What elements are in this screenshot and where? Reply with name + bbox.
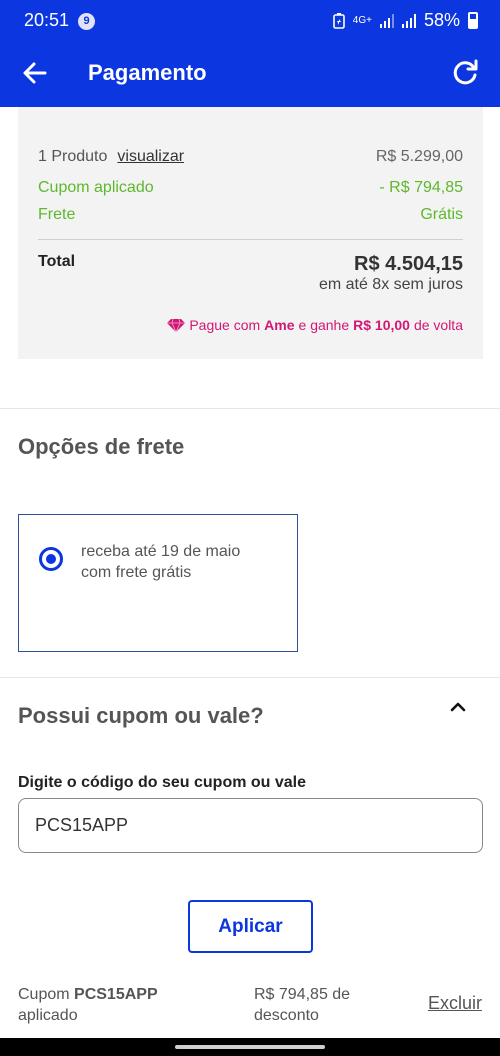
remove-coupon-link[interactable]: Excluir — [428, 993, 482, 1014]
chevron-up-icon[interactable] — [448, 697, 468, 717]
section-separator — [0, 677, 500, 678]
shipping-option-radio[interactable] — [39, 547, 63, 571]
home-gesture-handle[interactable] — [175, 1045, 325, 1049]
apply-coupon-button[interactable]: Aplicar — [188, 900, 313, 953]
shipping-row: Frete Grátis — [38, 206, 463, 224]
coupon-code-input[interactable] — [18, 798, 483, 853]
coupon-applied-value: - R$ 794,85 — [379, 179, 463, 196]
shipping-label: Frete — [38, 206, 76, 223]
section-separator — [0, 408, 500, 409]
discount-line1: R$ 794,85 de — [254, 986, 351, 1003]
ame-brand: Ame — [264, 317, 295, 333]
ame-suffix: de volta — [413, 317, 463, 333]
signal-strength-icon — [379, 13, 394, 28]
status-time: 20:51 — [24, 10, 70, 30]
ame-middle: e ganhe — [298, 317, 350, 333]
signal-strength-icon-2 — [401, 13, 416, 28]
battery-icon — [468, 12, 478, 29]
shipping-option-text: receba até 19 de maio com frete grátis — [81, 541, 240, 583]
status-indicators: 4G+ 58% — [332, 10, 478, 31]
notification-count-badge: 9 — [78, 13, 95, 30]
shipping-option-line2: com frete grátis — [81, 564, 192, 581]
status-bar: 20:51 9 4G+ 58% — [0, 0, 500, 40]
installments-text: em até 8x sem juros — [318, 276, 463, 293]
refresh-icon[interactable] — [450, 58, 480, 88]
applied-coupon-code: PCS15APP — [74, 986, 158, 1003]
products-row: 1 Produto visualizar R$ 5.299,00 — [38, 148, 463, 166]
eco-battery-icon — [332, 12, 345, 29]
page-title: Pagamento — [88, 60, 207, 85]
products-label: 1 Produto — [38, 148, 108, 165]
order-summary-card: 1 Produto visualizar R$ 5.299,00 Cupom ap… — [18, 107, 483, 359]
back-arrow-icon[interactable] — [22, 60, 48, 86]
applied-coupon-suffix: aplicado — [18, 1007, 78, 1024]
shipping-options-title: Opções de frete — [18, 434, 185, 459]
applied-coupon-text: Cupom PCS15APP aplicado — [18, 984, 158, 1026]
coupon-applied-label: Cupom aplicado — [38, 179, 154, 196]
discount-amount-text: R$ 794,85 de desconto — [254, 984, 350, 1026]
ame-amount: R$ 10,00 — [353, 317, 410, 333]
summary-divider — [38, 239, 463, 240]
shipping-value: Grátis — [420, 206, 463, 223]
coupon-field-label: Digite o código do seu cupom ou vale — [18, 774, 307, 791]
battery-percent: 58% — [423, 10, 460, 30]
ame-diamond-icon — [167, 318, 186, 332]
network-type: 4G+ — [352, 14, 372, 26]
view-products-link[interactable]: visualizar — [117, 148, 184, 165]
shipping-option-line1: receba até 19 de maio — [81, 543, 241, 560]
app-bar: Pagamento — [0, 40, 500, 107]
discount-line2: desconto — [254, 1007, 319, 1024]
applied-coupon-prefix: Cupom — [18, 986, 70, 1003]
shipping-option-card[interactable]: receba até 19 de maio com frete grátis — [18, 514, 298, 652]
coupon-row: Cupom aplicado - R$ 794,85 — [38, 179, 463, 197]
products-value: R$ 5.299,00 — [375, 148, 463, 165]
total-label: Total — [38, 253, 76, 270]
ame-prefix: Pague com — [189, 317, 261, 333]
ame-cashback-banner: Pague com Ame e ganhe R$ 10,00 de volta — [167, 317, 463, 333]
coupon-section-title[interactable]: Possui cupom ou vale? — [18, 703, 264, 729]
total-value: R$ 4.504,15 — [354, 253, 463, 275]
system-nav-bar — [0, 1038, 500, 1056]
total-row: Total R$ 4.504,15 — [38, 253, 463, 275]
